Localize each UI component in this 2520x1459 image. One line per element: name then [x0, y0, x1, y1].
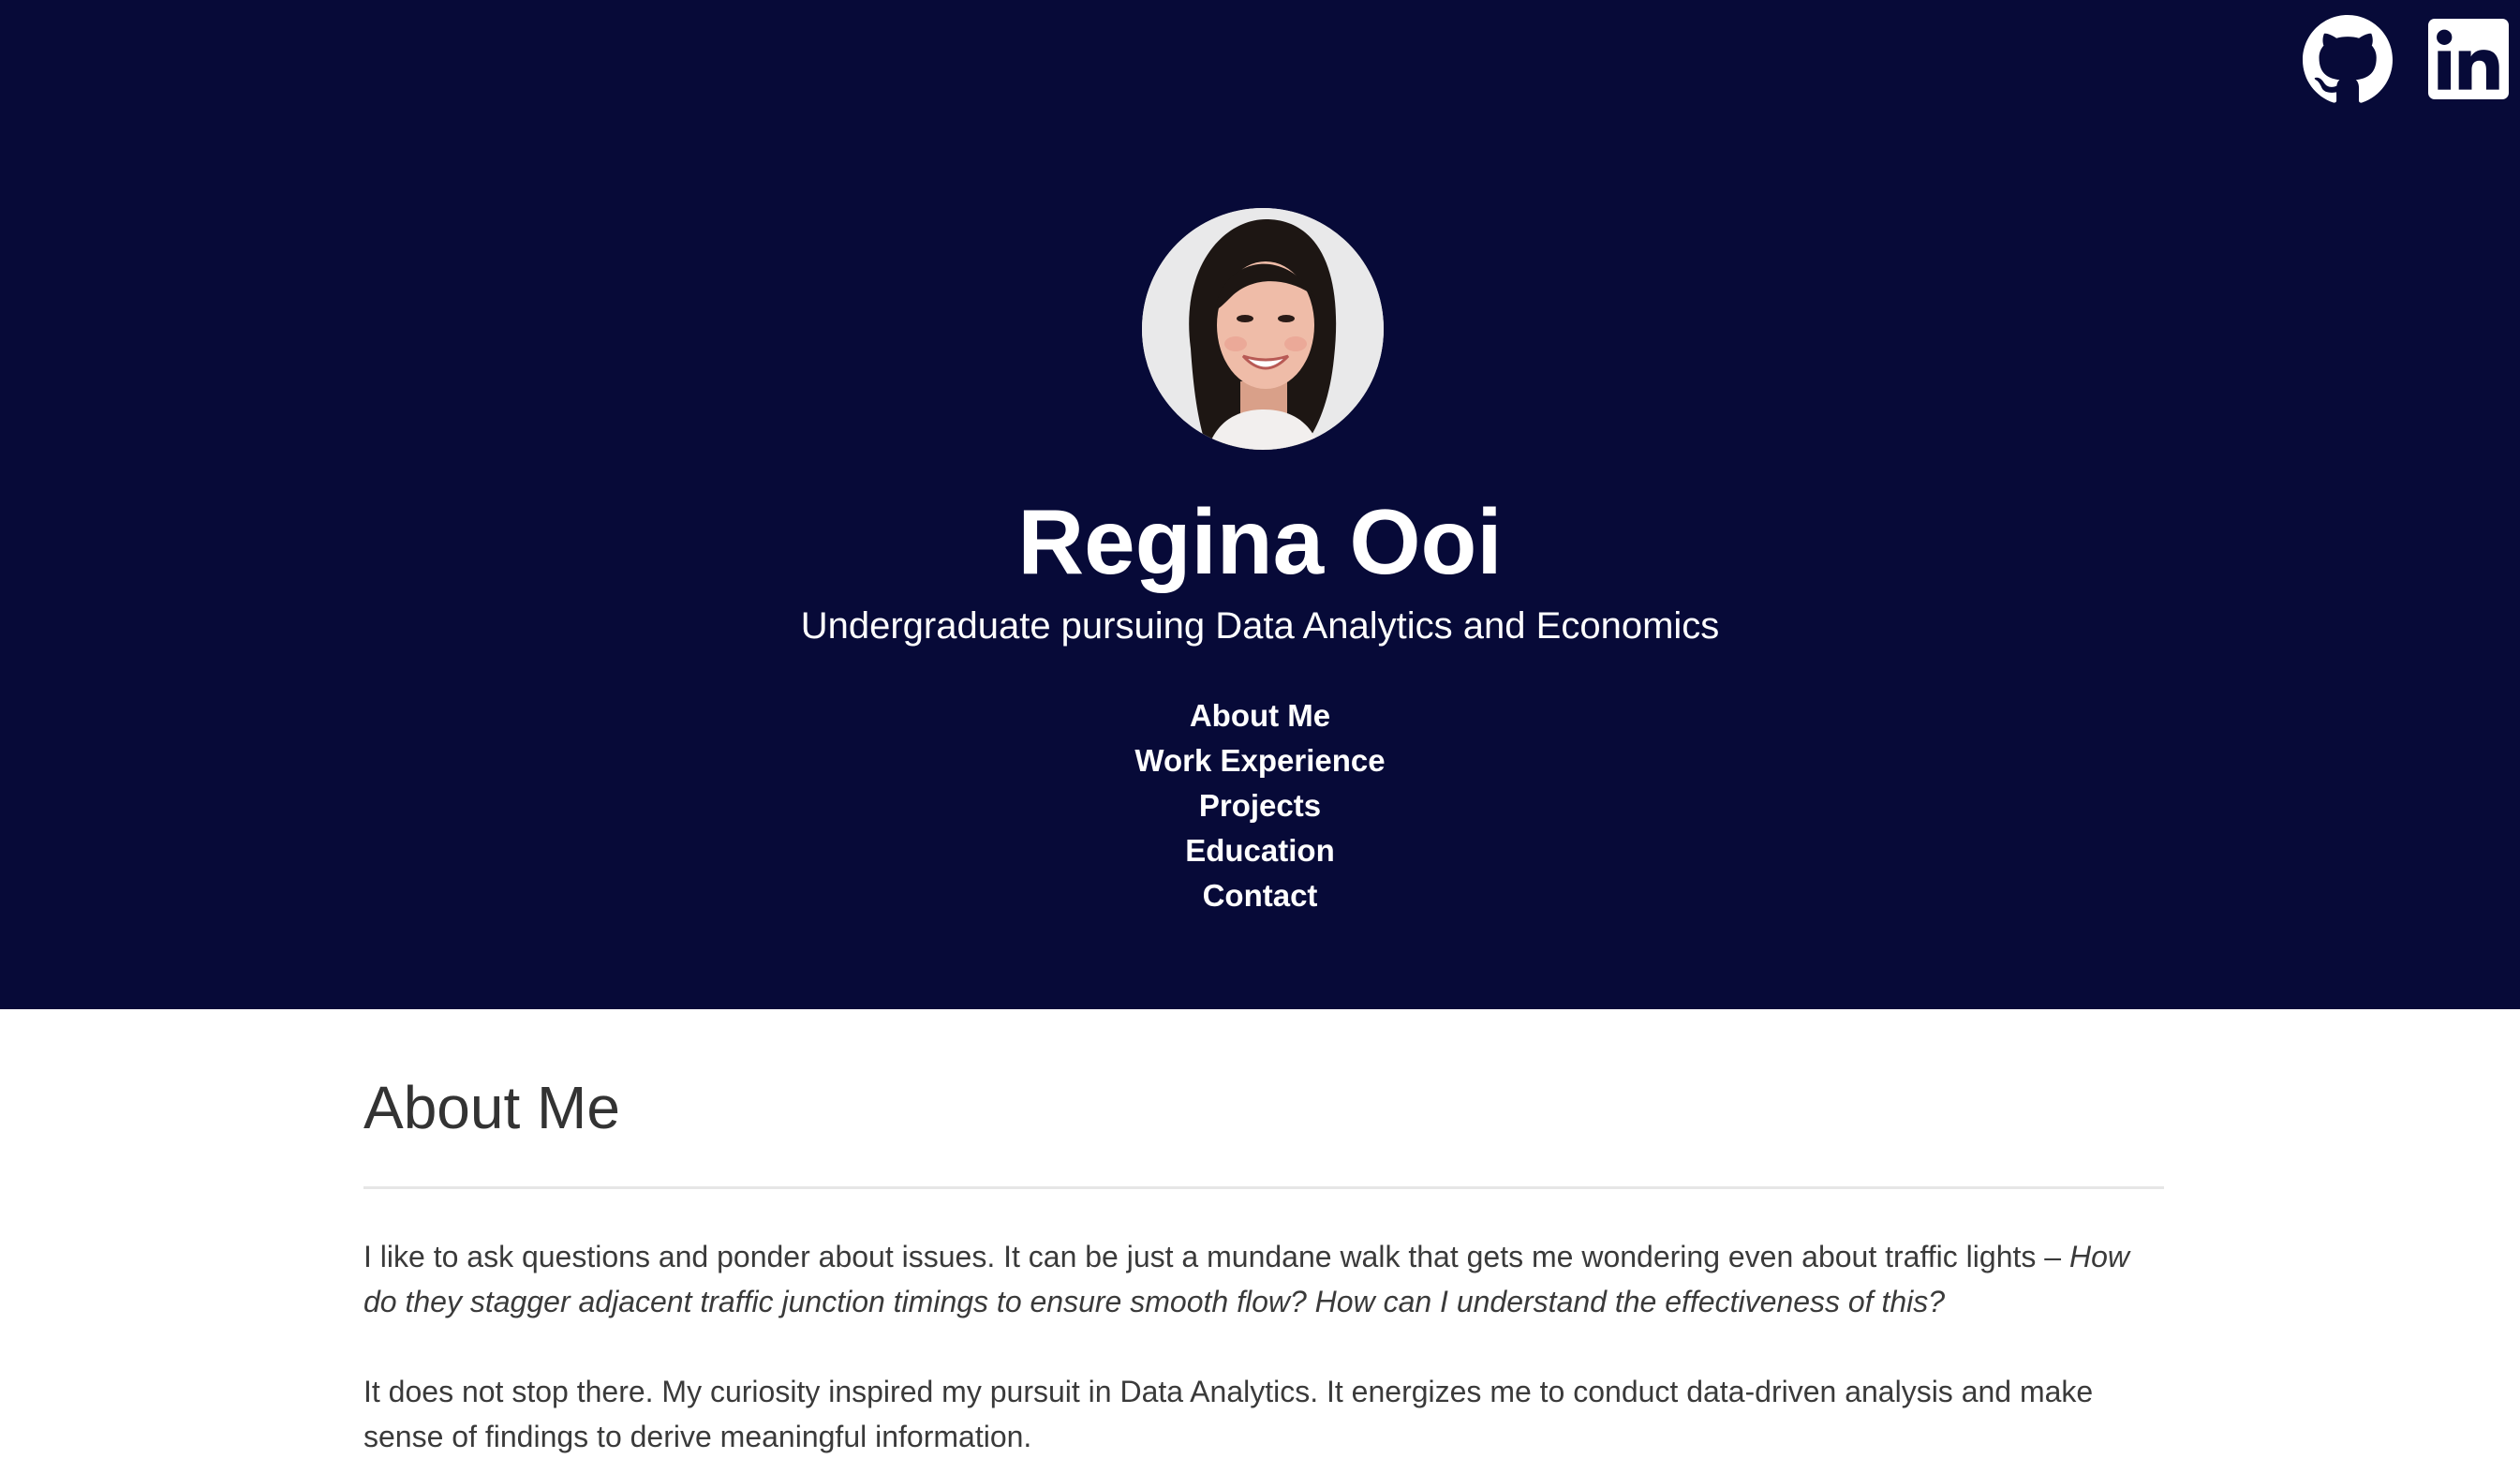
nav-item-education: Education [0, 828, 2520, 873]
nav-link-work-experience[interactable]: Work Experience [1134, 743, 1385, 778]
nav-link-about-me[interactable]: About Me [1190, 698, 1330, 733]
about-section: About Me I like to ask questions and pon… [363, 1059, 2164, 1459]
portrait-illustration [1142, 208, 1384, 450]
nav-item-work: Work Experience [0, 738, 2520, 783]
nav-item-contact: Contact [0, 873, 2520, 918]
tagline: Undergraduate pursuing Data Analytics an… [800, 605, 1720, 647]
nav-item-about: About Me [0, 693, 2520, 738]
about-heading: About Me [363, 1074, 620, 1141]
profile-photo [1142, 208, 1384, 450]
hero-header: Regina Ooi Undergraduate pursuing Data A… [0, 0, 2520, 1009]
about-paragraph-1-text: I like to ask questions and ponder about… [363, 1240, 2069, 1273]
nav-item-projects: Projects [0, 783, 2520, 828]
github-icon [2303, 15, 2393, 103]
github-link[interactable] [2303, 15, 2393, 105]
about-paragraph-2: It does not stop there. My curiosity ins… [363, 1375, 2094, 1453]
linkedin-link[interactable] [2428, 19, 2509, 99]
nav-link-contact[interactable]: Contact [1203, 878, 1318, 913]
nav-link-projects[interactable]: Projects [1199, 788, 1321, 823]
about-paragraph-1: I like to ask questions and ponder about… [363, 1234, 2164, 1324]
linkedin-icon [2428, 19, 2509, 99]
site-owner-name: Regina Ooi [1017, 490, 1503, 593]
nav-link-education[interactable]: Education [1185, 833, 1335, 868]
section-divider [363, 1186, 2164, 1189]
main-nav: About Me Work Experience Projects Educat… [0, 693, 2520, 918]
